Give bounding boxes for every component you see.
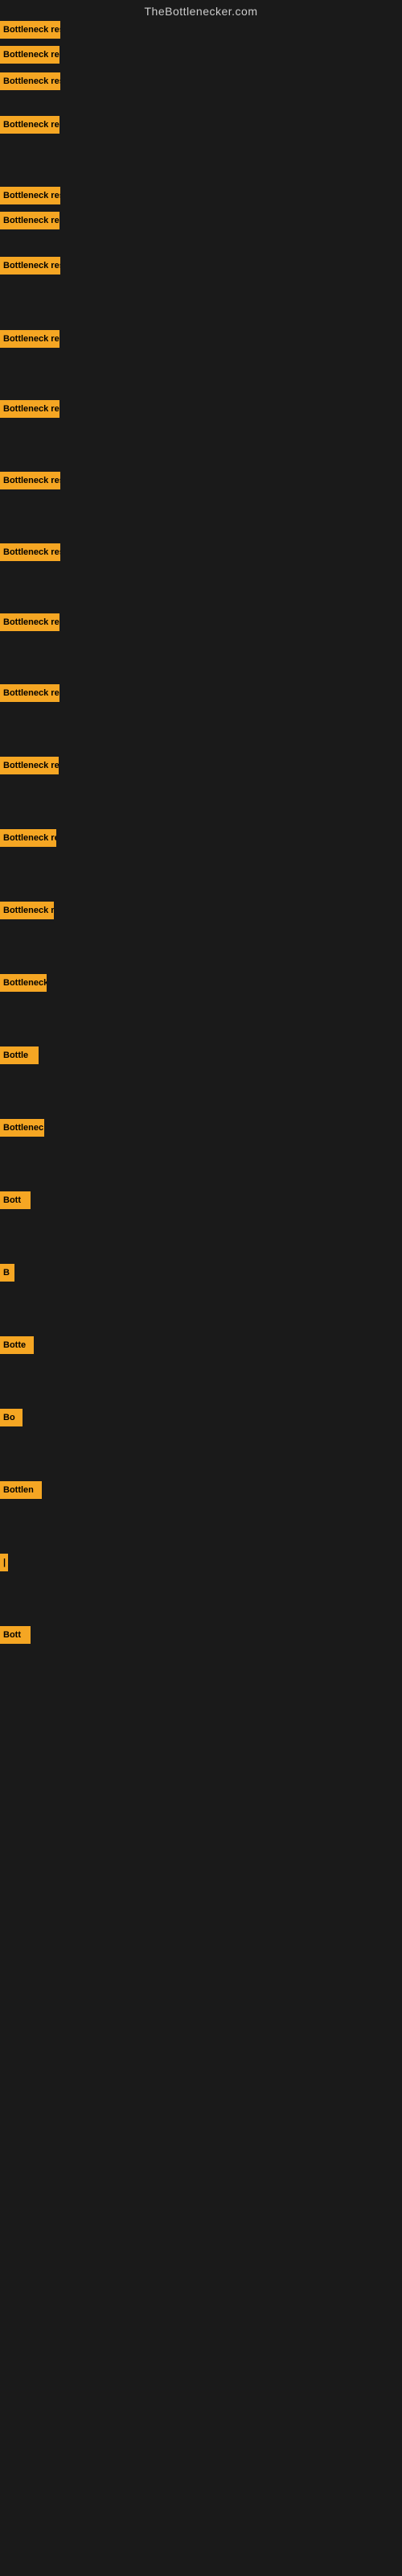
bottleneck-bar-container-22: Botte — [0, 1336, 34, 1354]
bottleneck-bar-20[interactable]: Bott — [0, 1191, 31, 1209]
bottleneck-bar-26[interactable]: Bott — [0, 1626, 31, 1644]
bottleneck-bar-container-19: Bottlenec — [0, 1119, 44, 1137]
bottleneck-bar-container-10: Bottleneck result — [0, 472, 60, 489]
bottleneck-bar-9[interactable]: Bottleneck result — [0, 400, 59, 418]
bottleneck-bar-19[interactable]: Bottlenec — [0, 1119, 44, 1137]
bottleneck-bar-16[interactable]: Bottleneck resu — [0, 902, 54, 919]
bottleneck-bar-4[interactable]: Bottleneck result — [0, 116, 59, 134]
bottleneck-bar-container-13: Bottleneck result — [0, 684, 59, 702]
bottleneck-bar-container-23: Bo — [0, 1409, 23, 1426]
bottleneck-bar-container-11: Bottleneck result — [0, 543, 60, 561]
bottleneck-bar-22[interactable]: Botte — [0, 1336, 34, 1354]
bottleneck-bar-container-14: Bottleneck resu — [0, 757, 59, 774]
bottleneck-bar-13[interactable]: Bottleneck result — [0, 684, 59, 702]
bottleneck-bar-container-2: Bottleneck result — [0, 46, 59, 64]
bottleneck-bar-container-16: Bottleneck resu — [0, 902, 54, 919]
bottleneck-bar-container-7: Bottleneck result — [0, 257, 60, 275]
bottleneck-bar-container-12: Bottleneck result — [0, 613, 59, 631]
bottleneck-bar-24[interactable]: Bottlen — [0, 1481, 42, 1499]
site-title: TheBottlenecker.com — [0, 0, 402, 23]
bottleneck-bar-6[interactable]: Bottleneck result — [0, 212, 59, 229]
bottleneck-bar-2[interactable]: Bottleneck result — [0, 46, 59, 64]
bottleneck-bar-7[interactable]: Bottleneck result — [0, 257, 60, 275]
bottleneck-bar-17[interactable]: Bottleneck — [0, 974, 47, 992]
bottleneck-bar-container-9: Bottleneck result — [0, 400, 59, 418]
bottleneck-bar-11[interactable]: Bottleneck result — [0, 543, 60, 561]
bottleneck-bar-container-4: Bottleneck result — [0, 116, 59, 134]
bottleneck-bar-3[interactable]: Bottleneck result — [0, 72, 60, 90]
bottleneck-bar-container-26: Bott — [0, 1626, 31, 1644]
bottleneck-bar-container-8: Bottleneck result — [0, 330, 59, 348]
bottleneck-bar-21[interactable]: B — [0, 1264, 14, 1282]
bottleneck-bar-container-21: B — [0, 1264, 14, 1282]
bottleneck-bar-container-5: Bottleneck result — [0, 187, 60, 204]
bottleneck-bar-container-3: Bottleneck result — [0, 72, 60, 90]
bottleneck-bar-25[interactable]: | — [0, 1554, 8, 1571]
bottleneck-bar-container-20: Bott — [0, 1191, 31, 1209]
bottleneck-bar-container-18: Bottle — [0, 1046, 39, 1064]
bottleneck-bar-14[interactable]: Bottleneck resu — [0, 757, 59, 774]
bottleneck-bar-container-24: Bottlen — [0, 1481, 42, 1499]
bottleneck-bar-container-25: | — [0, 1554, 8, 1571]
bottleneck-bar-8[interactable]: Bottleneck result — [0, 330, 59, 348]
bottleneck-bar-container-15: Bottleneck resu — [0, 829, 56, 847]
bottleneck-bar-12[interactable]: Bottleneck result — [0, 613, 59, 631]
bottleneck-bar-container-17: Bottleneck — [0, 974, 47, 992]
bottleneck-bar-container-1: Bottleneck result — [0, 21, 60, 39]
bottleneck-bar-container-6: Bottleneck result — [0, 212, 59, 229]
bottleneck-bar-10[interactable]: Bottleneck result — [0, 472, 60, 489]
bottleneck-bar-15[interactable]: Bottleneck resu — [0, 829, 56, 847]
bottleneck-bar-23[interactable]: Bo — [0, 1409, 23, 1426]
bottleneck-bar-1[interactable]: Bottleneck result — [0, 21, 60, 39]
bottleneck-bar-18[interactable]: Bottle — [0, 1046, 39, 1064]
bottleneck-bar-5[interactable]: Bottleneck result — [0, 187, 60, 204]
